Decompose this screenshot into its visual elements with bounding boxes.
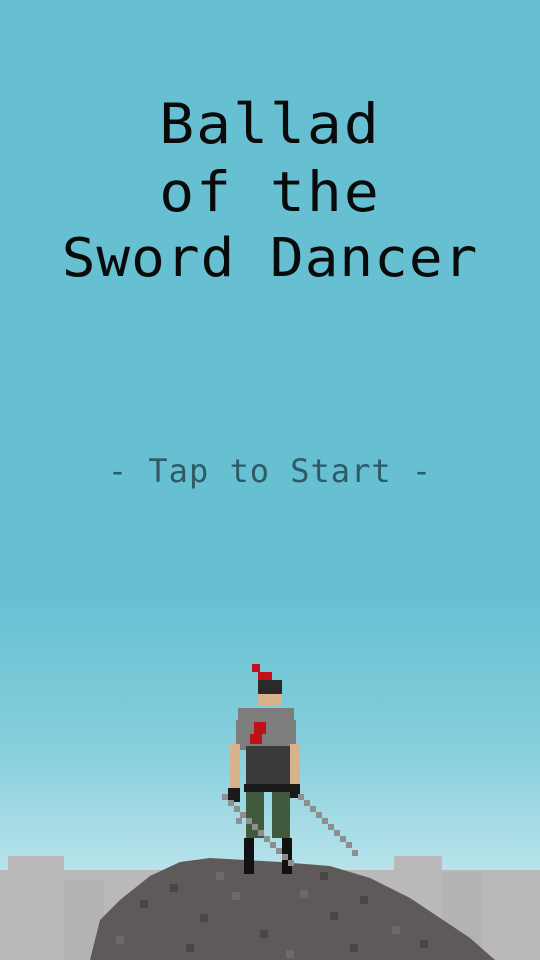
title-line-3: Sword Dancer xyxy=(61,227,479,290)
sword-dancer-character xyxy=(222,664,358,874)
tap-to-start-prompt[interactable]: - Tap to Start - xyxy=(0,452,540,490)
title-screen[interactable]: Ballad of the Sword Dancer - Tap to Star… xyxy=(0,0,540,960)
title-line-2: of the xyxy=(159,159,381,225)
title-line-1: Ballad xyxy=(159,91,381,157)
